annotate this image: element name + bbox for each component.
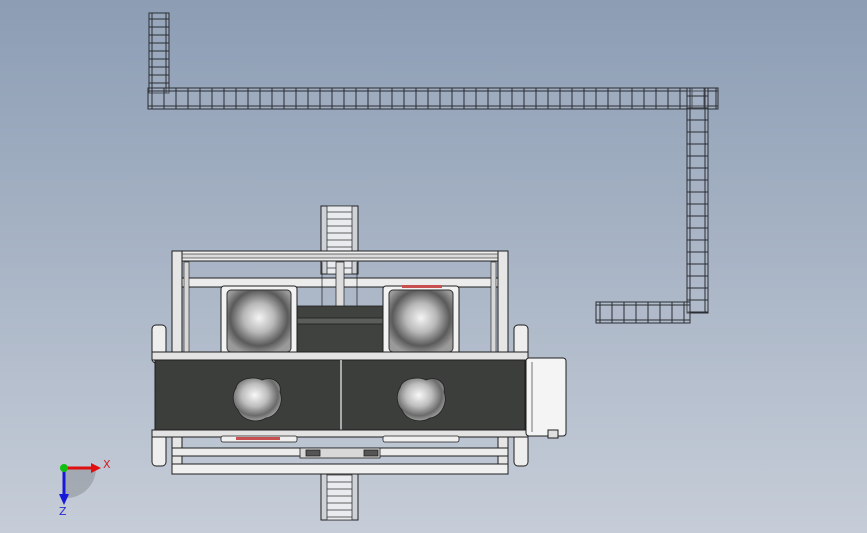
y-axis-dot xyxy=(60,464,68,472)
uv-lamp-right xyxy=(382,285,460,357)
cable-tray xyxy=(147,12,719,324)
belt-section xyxy=(151,351,529,438)
z-axis-label: Z xyxy=(59,505,67,518)
cad-viewport[interactable]: X Z xyxy=(0,0,867,533)
tray-horizontal-run xyxy=(147,87,719,110)
uv-lamp-left xyxy=(220,285,298,357)
x-axis-label: X xyxy=(103,458,111,471)
belt-roller-right xyxy=(396,377,446,422)
cad-model-scene[interactable]: X Z xyxy=(0,0,867,533)
tray-branch-lower xyxy=(595,301,691,324)
conveyor-outfeed-bottom xyxy=(320,469,359,521)
center-chamber xyxy=(295,305,385,353)
motor-housing xyxy=(525,357,567,439)
tray-vertical-run-right xyxy=(686,87,709,314)
belt-roller-left xyxy=(232,377,282,422)
orientation-triad[interactable]: X Z xyxy=(59,458,111,518)
tray-vertical-stub-left xyxy=(148,12,170,94)
